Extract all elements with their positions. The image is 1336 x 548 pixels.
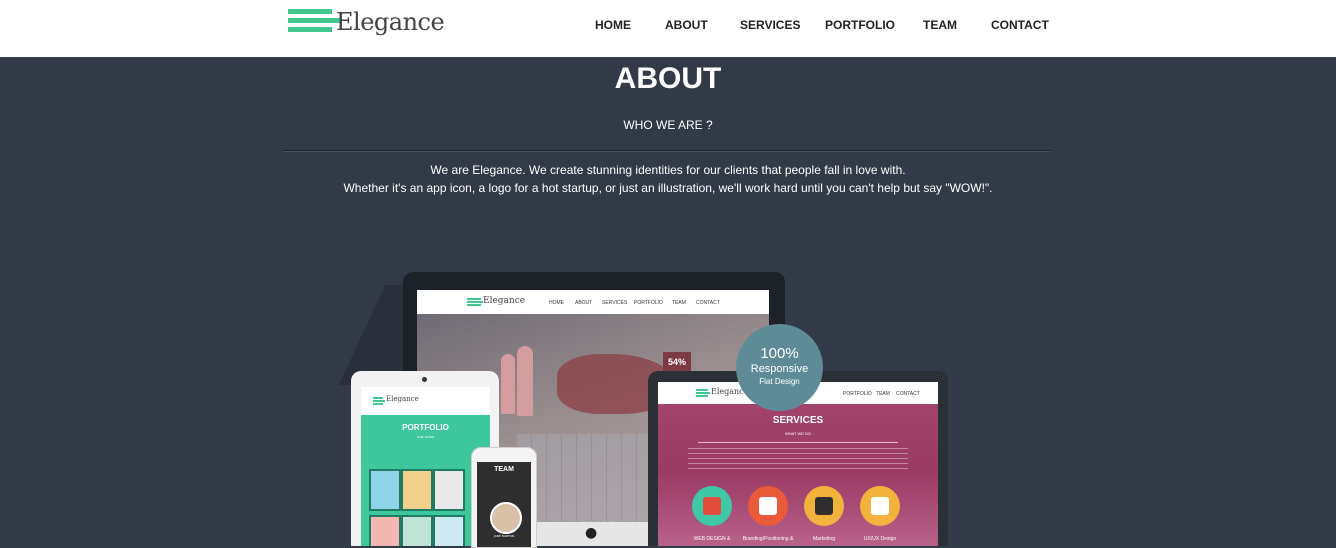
section-description: We are Elegance. We create stunning iden… bbox=[0, 161, 1336, 197]
description-line-2: Whether it's an app icon, a logo for a h… bbox=[343, 181, 993, 195]
nav-team[interactable]: TEAM bbox=[923, 18, 957, 32]
service-marketing-icon bbox=[804, 486, 844, 526]
phone-screen: TEAM JANE BARTON bbox=[477, 462, 531, 547]
apple-logo-icon: ● bbox=[585, 525, 598, 541]
service-branding-icon bbox=[748, 486, 788, 526]
stat-box: 54% bbox=[663, 352, 691, 372]
service-uxui-icon bbox=[860, 486, 900, 526]
tablet-site-nav: Elegance bbox=[361, 387, 490, 415]
nav-portfolio[interactable]: PORTFOLIO bbox=[825, 18, 895, 32]
main-nav: HOME ABOUT SERVICES PORTFOLIO TEAM CONTA… bbox=[0, 18, 1336, 38]
team-member-avatar bbox=[490, 502, 522, 534]
nav-contact[interactable]: CONTACT bbox=[991, 18, 1049, 32]
laptop-site-nav: Elegance HOME ABOUT SERVICES PORTFOLIO T… bbox=[417, 290, 769, 314]
nav-services[interactable]: SERVICES bbox=[740, 18, 800, 32]
phone-device: TEAM JANE BARTON bbox=[471, 447, 537, 548]
nav-about[interactable]: ABOUT bbox=[665, 18, 708, 32]
responsive-badge: 100% Responsive Flat Design bbox=[736, 324, 823, 411]
section-title: ABOUT bbox=[614, 62, 722, 95]
laptop-mini-logo: Elegance bbox=[483, 296, 526, 306]
tablet-portfolio-title: PORTFOLIO bbox=[402, 423, 449, 432]
section-divider bbox=[283, 150, 1050, 151]
monitor-services-title: SERVICES bbox=[772, 415, 824, 426]
tablet-camera bbox=[422, 377, 427, 382]
nav-home[interactable]: HOME bbox=[595, 18, 631, 32]
service-web-icon bbox=[692, 486, 732, 526]
section-subtitle: WHO WE ARE ? bbox=[623, 118, 713, 132]
top-navbar: Elegance HOME ABOUT SERVICES PORTFOLIO T… bbox=[0, 0, 1336, 57]
phone-team-title: TEAM bbox=[494, 466, 514, 473]
description-line-1: We are Elegance. We create stunning iden… bbox=[430, 163, 906, 177]
